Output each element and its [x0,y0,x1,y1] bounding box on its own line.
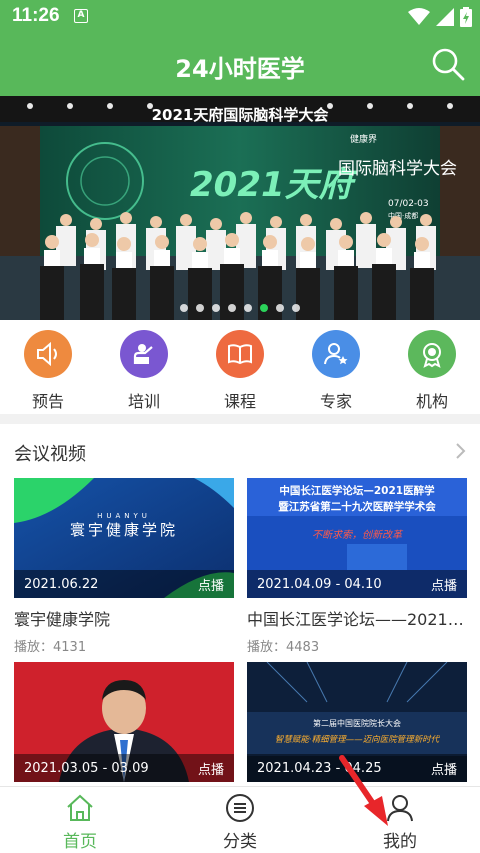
thumb-title: 寰宇健康学院 [70,521,178,539]
video-date: 2021.04.09 - 04.10 [257,576,382,592]
video-card[interactable]: HUANYU 寰宇健康学院 2021.06.22 点播 寰宇健康学院 播放：41… [14,478,234,655]
video-thumbnail[interactable]: HUANYU 寰宇健康学院 2021.06.22 点播 [14,478,234,598]
wifi-icon [408,8,430,25]
video-date: 2021.06.22 [24,576,99,592]
banner-carousel[interactable]: 2021天府国际脑科学大会 2021天府 国际脑科学大会 健康界 07/02-0… [0,96,480,320]
shortcut-label: 机构 [415,392,448,411]
shortcut-course[interactable]: 课程 [205,320,275,414]
video-tag: 点播 [197,578,224,594]
video-meta-overlay: 2021.06.22 点播 [14,570,234,598]
speaker-icon [24,330,72,378]
shortcut-expert[interactable]: 专家 [301,320,371,414]
video-title[interactable]: 中国长江医学论坛——2021… [247,606,480,630]
tab-label: 我的 [383,832,417,852]
search-icon[interactable] [430,46,466,82]
carousel-dot[interactable] [180,304,188,312]
tab-label: 首页 [63,832,97,852]
battery-icon [460,7,472,27]
carousel-dot[interactable] [212,304,220,312]
thumb-line-1: 中国长江医学论坛—2021医醉学 [279,484,435,497]
video-title[interactable]: 寰宇健康学院 [14,606,248,630]
video-views: 播放：4483 [247,640,320,655]
bottom-tab-bar: 首页 分类 我的 [0,786,480,853]
app-bar: 24小时医学 [0,32,480,96]
thumb-line-2: 暨江苏省第二十九次医醉学学术会 [278,500,436,513]
shortcut-row: 预告 培训 课程 专家 机构 [0,320,480,414]
carousel-dot[interactable] [228,304,236,312]
annotation-arrow-icon [339,755,388,826]
video-card[interactable]: 2021.03.05 - 03.09 点播 [14,662,234,782]
notification-icon: A [74,9,88,23]
award-icon [408,330,456,378]
trainer-icon [120,330,168,378]
carousel-indicator[interactable] [0,304,480,312]
thumb-line-1: 第二届中国医院院长大会 [313,718,401,728]
expert-icon [312,330,360,378]
conference-videos-section: 会议视频 HUANYU 寰宇健康学院 2021.06.22 点播 寰宇健康学院 … [0,424,480,786]
video-tag: 点播 [197,762,224,778]
carousel-dot[interactable] [276,304,284,312]
carousel-dot[interactable] [244,304,252,312]
video-meta-overlay: 2021.04.09 - 04.10 点播 [247,570,467,598]
tab-label: 分类 [223,832,257,852]
shortcut-label: 专家 [319,392,352,411]
system-icons [408,7,472,27]
banner-image: 2021天府国际脑科学大会 2021天府 国际脑科学大会 健康界 07/02-0… [0,96,480,320]
video-tag: 点播 [430,578,457,594]
carousel-dot[interactable] [196,304,204,312]
section-title: 会议视频 [14,444,86,465]
thumb-slogan: 不断求索，创新改革 [312,529,404,541]
shortcut-label: 预告 [31,392,64,411]
banner-headline: 2021天府国际脑科学大会 [152,106,329,124]
carousel-dot-active[interactable] [260,304,268,312]
tab-category[interactable]: 分类 [160,787,320,853]
shortcut-label: 课程 [223,392,256,411]
video-tag: 点播 [430,762,457,778]
shortcut-preview[interactable]: 预告 [13,320,83,414]
banner-date: 07/02-03 [388,199,429,209]
signal-icon [436,8,454,26]
banner-brand: 健康界 [350,133,377,145]
book-icon [216,330,264,378]
app-title: 24小时医学 [175,55,305,83]
video-date: 2021.03.05 - 03.09 [24,760,149,776]
chevron-right-icon[interactable] [454,440,468,462]
video-card[interactable]: 中国长江医学论坛—2021医醉学 暨江苏省第二十九次医醉学学术会 不断求索，创新… [247,478,467,655]
banner-event-name: 国际脑科学大会 [338,159,457,179]
carousel-dot[interactable] [292,304,300,312]
video-meta-overlay: 2021.03.05 - 03.09 点播 [14,754,234,782]
shortcut-institution[interactable]: 机构 [397,320,467,414]
home-icon [67,794,93,821]
status-time: 11:26 [12,5,60,26]
video-thumbnail[interactable]: 中国长江医学论坛—2021医醉学 暨江苏省第二十九次医醉学学术会 不断求索，创新… [247,478,467,598]
shortcut-training[interactable]: 培训 [109,320,179,414]
video-thumbnail[interactable]: 2021.03.05 - 03.09 点播 [14,662,234,782]
thumb-brand: HUANYU [97,512,151,520]
video-views: 播放：4131 [14,640,87,655]
menu-icon [226,794,254,822]
banner-slogan: 2021天府 [190,165,359,205]
shortcut-label: 培训 [127,392,160,411]
status-bar: 11:26 A [0,0,480,32]
thumb-line-2: 智慧赋能·精细管理——迈向医院管理新时代 [275,734,441,745]
tab-home[interactable]: 首页 [0,787,160,853]
